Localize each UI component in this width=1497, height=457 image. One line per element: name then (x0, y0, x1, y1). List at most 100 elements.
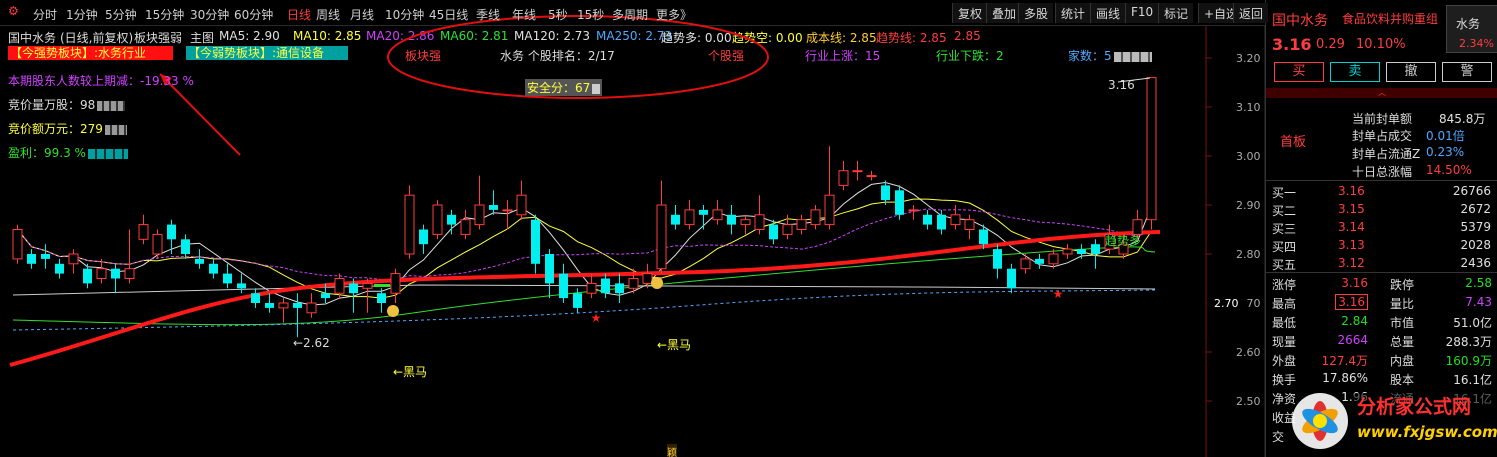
stat-label-left-4: 外盘 (1272, 354, 1297, 368)
price-change-pct: 10.10% (1356, 37, 1406, 52)
order-book-price-5[interactable]: 3.12 (1338, 256, 1365, 270)
order-book-label-4: 买四 (1272, 240, 1297, 254)
candle-body (334, 278, 345, 294)
stock-rank-label: 水务 个股排名：2/17 (500, 49, 615, 63)
toolbar-button-6[interactable]: 标记 (1158, 3, 1194, 23)
period-tab-8[interactable]: 月线 (350, 6, 374, 23)
strong-sector-name: 水务行业 (98, 46, 147, 60)
sector-block-box[interactable]: 水务 2.34% (1446, 5, 1497, 53)
sell-button[interactable]: 卖 (1330, 62, 1380, 82)
cancel-order-button[interactable]: 撤 (1386, 62, 1436, 82)
buy-button[interactable]: 买 (1274, 62, 1324, 82)
toolbar-button-0[interactable]: 复权 (952, 3, 988, 23)
candle-body (167, 224, 176, 240)
period-tab-13[interactable]: 5秒 (548, 6, 568, 23)
candle-body (181, 239, 190, 254)
industry-up-label: 行业上涨：15 (805, 49, 881, 63)
toolbar-button-3[interactable]: 统计 (1055, 3, 1091, 23)
stat-label-right-4: 内盘 (1390, 354, 1415, 368)
period-tab-10[interactable]: 45日线 (429, 6, 468, 23)
signal-star-icon: ★ (1053, 287, 1064, 301)
period-tab-14[interactable]: 15秒 (577, 6, 604, 23)
last-price: 3.16 (1272, 35, 1312, 54)
stat-value-left-1: 3.16 (1306, 294, 1368, 310)
candle-body (895, 190, 904, 215)
candle-body (727, 214, 736, 225)
candle-body (1091, 244, 1100, 254)
candle-body (642, 273, 653, 284)
black-horse-label-1: ←黑马 (393, 365, 428, 379)
candle-body (223, 273, 232, 284)
candle-body (265, 303, 274, 308)
collapse-toggle[interactable]: ︿ (1266, 88, 1497, 98)
strong-sector-badge: 【今强势板块】:水务行业 (8, 46, 173, 60)
kline-chart[interactable]: 3.203.103.002.902.802.702.602.502.70 ★★ (0, 0, 1265, 457)
toolbar-button-8[interactable]: 返回 (1233, 3, 1269, 23)
candle-body (699, 209, 708, 215)
candle-body (796, 219, 807, 230)
candle-body (545, 254, 554, 284)
axis-tick-label: 2.80 (1236, 248, 1261, 261)
seal-label-2: 封单占成交 (1352, 129, 1413, 143)
period-tab-9[interactable]: 10分钟 (385, 6, 424, 23)
stat-value-right-0: 2.58 (1465, 276, 1492, 290)
candle-body (474, 204, 485, 226)
candle-body (390, 273, 401, 294)
high-price-marker: 3.16 (1108, 78, 1135, 92)
order-book-label-2: 买二 (1272, 204, 1297, 218)
candle-body (615, 283, 624, 294)
profit-gauge (87, 148, 128, 159)
candle-body (950, 214, 961, 226)
candle-body (754, 214, 765, 231)
period-tab-12[interactable]: 年线 (512, 6, 536, 23)
candle-body (111, 268, 120, 279)
period-tab-15[interactable]: 多周期 (612, 6, 648, 23)
candle-body (1048, 253, 1059, 265)
toolbar-button-5[interactable]: F10 (1125, 3, 1159, 23)
period-tab-1[interactable]: 1分钟 (66, 6, 98, 23)
money-bag-icon (387, 305, 399, 317)
order-book-vol-1: 26766 (1452, 184, 1491, 198)
period-tab-3[interactable]: 15分钟 (145, 6, 184, 23)
candle-body (306, 302, 317, 314)
toolbar-button-4[interactable]: 画线 (1090, 3, 1126, 23)
ma120-line (12, 284, 1156, 296)
stat-label-left-3: 现量 (1272, 335, 1297, 349)
order-book-label-3: 买三 (1272, 222, 1297, 236)
period-tab-11[interactable]: 季线 (476, 6, 500, 23)
toolbar-button-1[interactable]: 叠加 (986, 3, 1022, 23)
price-change: 0.29 (1316, 37, 1345, 52)
seal-label-3: 封单占流通Z (1352, 147, 1421, 161)
order-book-price-1[interactable]: 3.16 (1338, 184, 1365, 198)
candle-body (740, 219, 751, 226)
period-tab-5[interactable]: 60分钟 (234, 6, 273, 23)
divider (1266, 180, 1497, 181)
order-book-price-2[interactable]: 3.15 (1338, 202, 1365, 216)
stat-label-right-2: 市值 (1390, 316, 1415, 330)
trend-more-label: 趋势多 (1105, 234, 1142, 248)
toolbar-button-2[interactable]: 多股 (1018, 3, 1054, 23)
candle-body (1077, 249, 1086, 254)
period-tab-4[interactable]: 30分钟 (190, 6, 229, 23)
stat-label-right-1: 量比 (1390, 297, 1415, 311)
order-book-price-3[interactable]: 3.14 (1338, 220, 1365, 234)
period-tab-16[interactable]: 更多》 (656, 6, 692, 23)
candle-body (810, 209, 821, 226)
alert-button[interactable]: 警 (1442, 62, 1492, 82)
period-tab-0[interactable]: 分时 (33, 6, 57, 23)
candle-body (964, 219, 975, 230)
money-bag-icon (651, 277, 663, 289)
candle-body (979, 229, 988, 245)
period-tab-7[interactable]: 周线 (316, 6, 340, 23)
sector-block-name: 水务 (1456, 17, 1481, 31)
settings-gear-icon[interactable]: ⚙ (8, 4, 19, 18)
axis-tick-label: 3.10 (1236, 101, 1261, 114)
seal-value-4: 14.50% (1426, 163, 1472, 177)
candle-body (278, 302, 289, 309)
period-tab-2[interactable]: 5分钟 (105, 6, 137, 23)
profit-text: 盈利：99.3 % (8, 146, 86, 160)
order-book-price-4[interactable]: 3.13 (1338, 238, 1365, 252)
period-tab-6[interactable]: 日线 (287, 6, 311, 23)
candle-body (531, 219, 540, 264)
safety-score-gauge (592, 83, 601, 94)
